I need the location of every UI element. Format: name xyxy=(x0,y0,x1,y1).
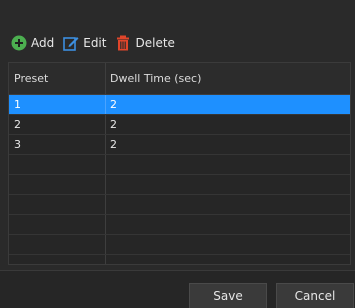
preset-table: Preset Dwell Time (sec) 1 2 2 2 3 2 xyxy=(8,62,351,265)
dwell-cell: 2 xyxy=(110,118,117,131)
table-row[interactable]: 1 2 xyxy=(9,95,350,115)
dwell-cell: 2 xyxy=(110,98,117,111)
save-button[interactable]: Save xyxy=(189,283,267,308)
row-divider xyxy=(105,215,106,234)
add-button[interactable]: Add xyxy=(11,33,54,53)
row-divider xyxy=(105,155,106,174)
preset-cell: 2 xyxy=(14,118,21,131)
row-divider xyxy=(105,235,106,254)
column-header-dwell-time[interactable]: Dwell Time (sec) xyxy=(110,63,201,94)
empty-row xyxy=(9,215,350,235)
cancel-button[interactable]: Cancel xyxy=(276,283,354,308)
edit-icon xyxy=(63,35,79,51)
toolbar: Add Edit Delete xyxy=(11,33,184,53)
row-divider xyxy=(105,135,106,154)
preset-tour-window: Add Edit Delete Preset Dwell Time (sec) … xyxy=(0,0,355,308)
column-header-preset[interactable]: Preset xyxy=(14,63,48,94)
preset-cell: 1 xyxy=(14,98,21,111)
trash-icon xyxy=(115,35,131,51)
content-panel: Add Edit Delete Preset Dwell Time (sec) … xyxy=(0,0,355,270)
empty-row xyxy=(9,235,350,255)
preset-cell: 3 xyxy=(14,138,21,151)
dialog-footer: Save Cancel xyxy=(0,270,355,308)
add-label: Add xyxy=(31,36,55,50)
delete-button[interactable]: Delete xyxy=(115,33,175,53)
row-divider xyxy=(105,195,106,214)
row-divider xyxy=(105,95,106,114)
table-row[interactable]: 3 2 xyxy=(9,135,350,155)
empty-row xyxy=(9,155,350,175)
empty-row xyxy=(9,195,350,215)
edit-button[interactable]: Edit xyxy=(63,33,106,53)
row-divider xyxy=(105,115,106,134)
table-body: 1 2 2 2 3 2 xyxy=(9,95,350,255)
dwell-cell: 2 xyxy=(110,138,117,151)
plus-circle-icon xyxy=(11,35,27,51)
table-header: Preset Dwell Time (sec) xyxy=(9,63,350,95)
row-divider xyxy=(105,175,106,194)
edit-label: Edit xyxy=(83,36,107,50)
delete-label: Delete xyxy=(135,36,175,50)
empty-row xyxy=(9,175,350,195)
table-row[interactable]: 2 2 xyxy=(9,115,350,135)
